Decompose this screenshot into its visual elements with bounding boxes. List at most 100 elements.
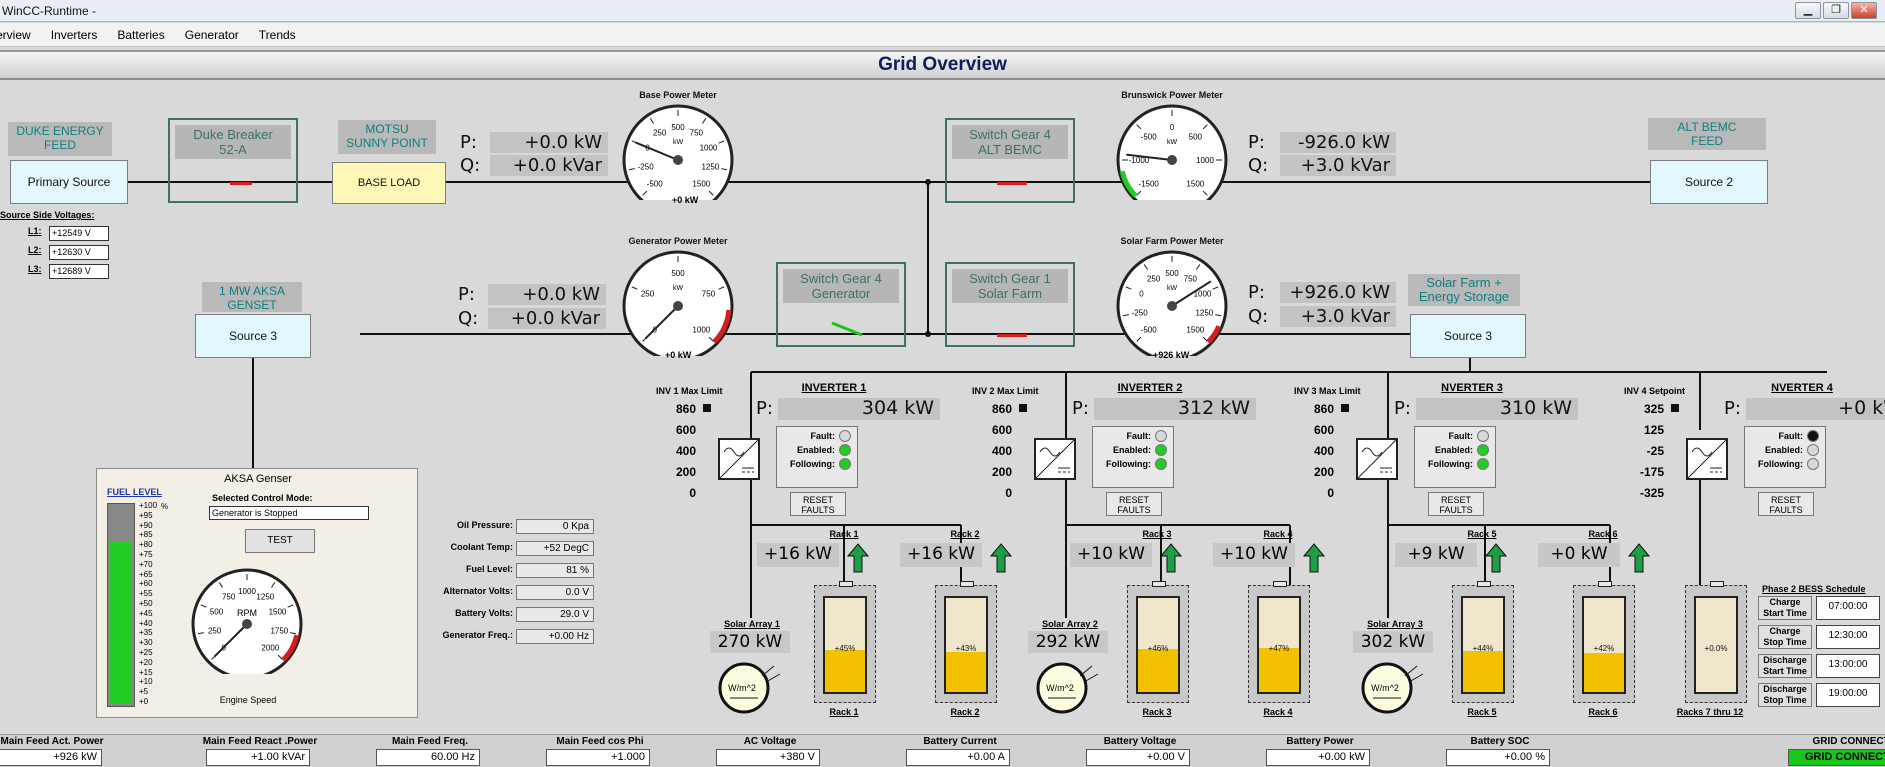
schedule-time-input[interactable]: 13:00:00	[1816, 654, 1880, 678]
reset-faults-button[interactable]: RESET FAULTS	[1758, 492, 1814, 516]
fuel-tick-label: +0	[139, 697, 149, 706]
base-power-gauge-tick-label: 1250	[701, 162, 719, 171]
engine-rpm-gauge-tick-label: 1250	[256, 593, 274, 602]
brunswick-power-gauge-tick-label: 0	[1170, 123, 1175, 132]
status-label: Battery Power	[1286, 736, 1354, 747]
switch-gear-solar-frame[interactable]: Switch Gear 1 Solar Farm	[945, 262, 1075, 347]
brunswick-power-gauge-tick-label: 1500	[1186, 179, 1204, 188]
inverter-limit-marker[interactable]	[1671, 404, 1679, 412]
solar-p-value: +926.0 kW	[1280, 282, 1396, 303]
inverter-scale-label: 860	[991, 402, 1012, 416]
status-label: GRID CONNECTION	[1812, 736, 1885, 747]
inverter-scale-label: 0	[1005, 486, 1012, 500]
fuel-tick-label: +35	[139, 628, 153, 638]
inverter-limit-marker[interactable]	[1341, 404, 1349, 412]
inverter-status-box: Fault: Enabled: Following:	[1092, 426, 1174, 488]
switch-gear-generator-frame[interactable]: Switch Gear 4 Generator	[776, 262, 906, 347]
inverter-limit-marker[interactable]	[703, 404, 711, 412]
inverter-fault-lamp	[1807, 430, 1819, 442]
base-meter-bottom: +0 kW	[672, 195, 699, 205]
brunswick-power-gauge-tick-label: 500	[1189, 133, 1203, 142]
schedule-row-label: Discharge Start Time	[1758, 654, 1812, 678]
schedule-row-label: Discharge Stop Time	[1758, 683, 1812, 707]
inverter-scale-label: 400	[675, 444, 696, 458]
reset-faults-button[interactable]: RESET FAULTS	[1428, 492, 1484, 516]
engine-rpm-gauge-tick-label: 750	[222, 593, 236, 602]
fuel-tick-label: +90	[139, 520, 153, 530]
base-power-gauge-tick-label: -250	[638, 162, 655, 171]
test-button[interactable]: TEST	[245, 529, 315, 553]
status-label: AC Voltage	[743, 736, 797, 747]
schedule-time-input[interactable]: 12:30:00	[1816, 625, 1880, 649]
schedule-time-input[interactable]: 19:00:00	[1816, 683, 1880, 707]
fuel-tick-label: +40	[139, 618, 153, 628]
fuel-tick-label: +75	[139, 550, 153, 559]
inverter-p-label: P:	[1072, 398, 1089, 419]
engine-rpm-gauge-hub	[242, 619, 252, 629]
generator-breaker-indicator	[831, 321, 863, 337]
base-load-box[interactable]: BASE LOAD	[332, 162, 446, 204]
fuel-tick-label: +95	[139, 510, 153, 520]
status-value: +0.00 kW	[1266, 749, 1370, 766]
engine-speed-label: Engine Speed	[219, 695, 277, 705]
engine-rpm-gauge: 025050075010001250150017502000RPM	[191, 568, 303, 674]
source-3-solar-box[interactable]: Source 3	[1410, 314, 1526, 358]
solar-power-gauge-unit: kW	[1167, 285, 1178, 292]
inverter-following-label: Following:	[1758, 459, 1803, 469]
brunswick-power-gauge-face	[1116, 104, 1228, 200]
inverter-icon	[1034, 438, 1076, 480]
fuel-tick-label: +5	[139, 687, 149, 697]
bemc-open-indicator	[997, 182, 1027, 185]
genset-panel-title: AKSA Genser	[224, 473, 292, 485]
source-3-genset-box[interactable]: Source 3	[195, 314, 311, 358]
fuel-level-bar	[107, 503, 135, 707]
engine-rpm-gauge-tick-label: 1750	[270, 626, 288, 635]
primary-source-box[interactable]: Primary Source	[10, 160, 128, 204]
inverter-scale-label: 200	[1313, 465, 1334, 479]
inverter-enabled-label: Enabled:	[1434, 445, 1473, 455]
control-mode-label: Selected Control Mode:	[212, 493, 313, 503]
status-value: +926 kW	[0, 749, 102, 766]
generator-power-gauge: 02505007501000kW	[622, 250, 734, 356]
fuel-tick-label: +100	[139, 501, 158, 510]
reset-faults-button[interactable]: RESET FAULTS	[790, 492, 846, 516]
inverter-power-value: +0 kW	[1746, 398, 1885, 420]
brunswick-power-gauge-tick-label: 1000	[1196, 156, 1214, 165]
aksa-genset-panel: AKSA Genser FUEL LEVEL +100 +95 +90 +85 +80 +…	[96, 468, 418, 718]
genset-stat-label: Battery Volts:	[455, 608, 513, 618]
engine-rpm-gauge-tick-label: 1000	[238, 587, 256, 596]
base-power-gauge: -500-2500250500750100012501500kW	[622, 104, 734, 200]
solar-p-label: P:	[1248, 282, 1265, 303]
inverter-fault-label: Fault:	[810, 431, 836, 441]
genset-stat-label: Generator Freq.:	[442, 630, 513, 640]
status-value: +0.00 %	[1446, 749, 1550, 766]
fuel-tick-label: +10	[139, 677, 153, 687]
switch-gear-bemc-frame[interactable]: Switch Gear 4 ALT BEMC	[945, 118, 1075, 203]
duke-energy-feed-label: DUKE ENERGY FEED	[8, 122, 112, 156]
fuel-level-fill	[110, 542, 132, 704]
inverter-enabled-lamp	[839, 444, 851, 456]
fuel-tick-label: +55	[139, 589, 153, 599]
inverter-following-lamp	[839, 458, 851, 470]
status-value: 60.00 Hz	[376, 749, 480, 766]
fuel-tick-label: +60	[139, 579, 153, 589]
inverter-scale-label: 600	[675, 423, 696, 437]
inverter-fault-lamp	[1155, 430, 1167, 442]
schedule-time-input[interactable]: 07:00:00	[1816, 596, 1880, 620]
engine-rpm-gauge-tick-label: 1500	[269, 607, 287, 616]
inverter-power-value: 310 kW	[1416, 398, 1578, 420]
status-value: +380 V	[716, 749, 820, 766]
source-2-box[interactable]: Source 2	[1650, 160, 1768, 204]
inverter-p-label: P:	[1394, 398, 1411, 419]
inverter-enabled-label: Enabled:	[796, 445, 835, 455]
duke-breaker-frame[interactable]: Duke Breaker 52-A	[168, 118, 298, 203]
inverter-limit-marker[interactable]	[1019, 404, 1027, 412]
reset-faults-button[interactable]: RESET FAULTS	[1106, 492, 1162, 516]
aksa-genset-label: 1 MW AKSA GENSET	[202, 282, 302, 312]
genset-stat-label: Coolant Temp:	[450, 542, 513, 552]
fuel-tick-label: +65	[139, 569, 153, 579]
switch-gear-solar-label: Switch Gear 1 Solar Farm	[952, 269, 1068, 303]
schedule-row-label: Charge Start Time	[1758, 596, 1812, 620]
inverter-scale-label: 125	[1643, 423, 1664, 437]
status-value: +0.00 V	[1086, 749, 1190, 766]
